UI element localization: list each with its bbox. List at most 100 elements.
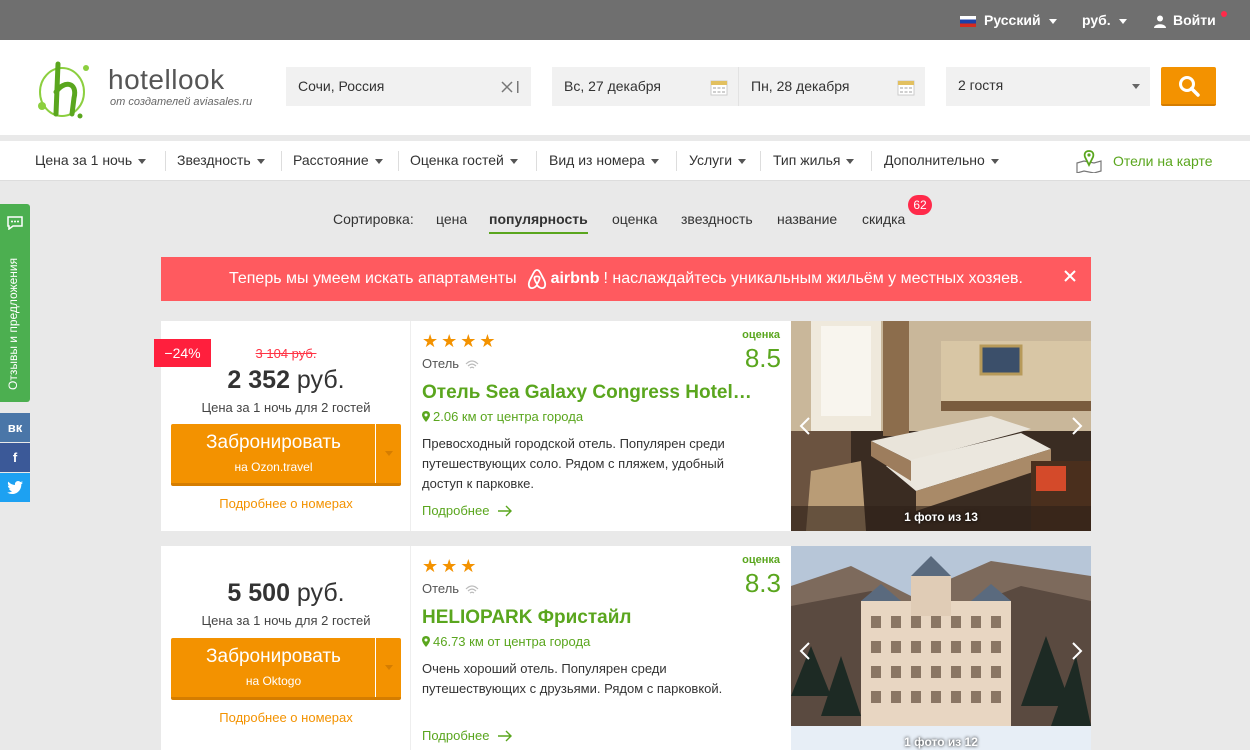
filter-label: Оценка гостей	[410, 152, 504, 168]
filter-label: Расстояние	[293, 152, 369, 168]
sort-option-discount[interactable]: скидка	[862, 208, 905, 234]
currency-selector[interactable]: руб.	[1082, 0, 1127, 40]
airbnb-banner: Теперь мы умеем искать апартаменты airbn…	[161, 257, 1091, 301]
divider	[871, 151, 872, 171]
details-link[interactable]: Подробнее	[422, 503, 513, 518]
filter-label: Цена за 1 ночь	[35, 152, 133, 168]
calendar-icon	[710, 80, 728, 95]
sort-option-price[interactable]: цена	[436, 208, 467, 234]
close-icon[interactable]	[1063, 269, 1077, 283]
book-button[interactable]: Забронировать на Ozon.travel	[171, 424, 401, 486]
chevron-right-icon[interactable]	[1071, 641, 1083, 661]
chevron-down-icon	[138, 158, 147, 164]
sort-label: Сортировка:	[333, 211, 414, 227]
filter-distance[interactable]: Расстояние	[293, 141, 383, 181]
old-price: 3 104 руб.	[255, 346, 317, 361]
hotels-on-map-link[interactable]: Отели на карте	[1075, 141, 1213, 181]
sort-option-name[interactable]: название	[777, 208, 837, 234]
checkout-input[interactable]: Пн, 28 декабря	[738, 67, 925, 106]
checkin-value: Вс, 27 декабря	[564, 78, 661, 94]
price-column: −24% 3 104 руб. 2 352 руб. Цена за 1 ноч…	[154, 321, 411, 531]
chevron-right-icon[interactable]	[1071, 416, 1083, 436]
more-rooms-link[interactable]: Подробнее о номерах	[161, 710, 411, 725]
distance: 46.73 км от центра города	[422, 634, 590, 649]
distance: 2.06 км от центра города	[422, 409, 583, 424]
hotel-type: Отель	[422, 581, 479, 596]
wifi-icon	[465, 584, 479, 594]
filter-property-type[interactable]: Тип жилья	[773, 141, 855, 181]
chevron-left-icon[interactable]	[799, 641, 811, 661]
chevron-down-icon	[1118, 18, 1127, 24]
filter-bar: Цена за 1 ночь Звездность Расстояние Оце…	[0, 141, 1250, 181]
hotellook-logo-icon[interactable]	[34, 54, 100, 124]
details-link[interactable]: Подробнее	[422, 728, 513, 743]
distance-label: 2.06 км от центра города	[433, 409, 584, 424]
location-pin-icon	[422, 636, 430, 647]
search-button[interactable]	[1161, 67, 1216, 106]
russia-flag-icon	[960, 15, 976, 27]
vk-share-icon[interactable]: вк	[0, 413, 30, 442]
arrow-right-icon	[498, 730, 513, 741]
discount-count-badge: 62	[908, 195, 932, 215]
filter-amenities[interactable]: Услуги	[689, 141, 747, 181]
chevron-down-icon	[990, 158, 999, 164]
hotel-name-link[interactable]: HELIOPARK Фристайл	[422, 607, 752, 629]
filter-label: Вид из номера	[549, 152, 645, 168]
chevron-down-icon	[384, 665, 393, 670]
location-pin-icon	[422, 411, 430, 422]
clear-icon[interactable]	[501, 80, 513, 93]
hotel-description: Превосходный городской отель. Популярен …	[422, 436, 725, 491]
more-offers-dropdown[interactable]	[375, 638, 401, 697]
price: 5 500 руб.	[161, 579, 411, 608]
chevron-down-icon	[374, 158, 383, 164]
distance-label: 46.73 км от центра города	[433, 634, 591, 649]
price-column: 5 500 руб. Цена за 1 ночь для 2 гостей З…	[161, 546, 411, 750]
sort-option-popularity[interactable]: популярность	[489, 208, 588, 234]
filter-room-view[interactable]: Вид из номера	[549, 141, 659, 181]
language-selector[interactable]: Русский	[960, 0, 1057, 40]
details-label: Подробнее	[422, 728, 490, 743]
hotel-name-link[interactable]: Отель Sea Galaxy Congress Hotel а...	[422, 382, 752, 404]
hotel-photo-carousel[interactable]: 1 фото из 12	[791, 546, 1091, 750]
price-currency: руб.	[296, 579, 345, 607]
more-rooms-link[interactable]: Подробнее о номерах	[161, 496, 411, 511]
chevron-down-icon	[846, 158, 855, 164]
more-offers-dropdown[interactable]	[375, 424, 401, 483]
hotel-photo-carousel[interactable]: 1 фото из 13	[791, 321, 1091, 531]
checkin-input[interactable]: Вс, 27 декабря	[552, 67, 738, 106]
filter-stars[interactable]: Звездность	[177, 141, 265, 181]
filter-more[interactable]: Дополнительно	[884, 141, 999, 181]
price-note: Цена за 1 ночь для 2 гостей	[201, 613, 371, 628]
rating-value: 8.5	[744, 343, 781, 373]
facebook-share-icon[interactable]: f	[0, 443, 30, 472]
map-link-label: Отели на карте	[1113, 153, 1213, 169]
chevron-down-icon	[509, 158, 518, 164]
book-label: Забронировать	[206, 432, 341, 453]
hotel-type: Отель	[422, 356, 479, 371]
divider	[281, 151, 282, 171]
rating-label: оценка	[742, 554, 780, 566]
divider-icon	[517, 80, 519, 93]
banner-text-after: ! наслаждайтесь уникальным жильём у мест…	[603, 270, 1023, 287]
airbnb-wordmark: airbnb	[550, 270, 600, 287]
details-label: Подробнее	[422, 503, 490, 518]
chevron-down-icon	[1048, 18, 1057, 24]
login-button[interactable]: Войти	[1154, 0, 1216, 40]
chevron-down-icon	[1132, 84, 1140, 89]
sort-option-rating[interactable]: оценка	[612, 208, 657, 234]
calendar-icon	[897, 80, 915, 95]
guests-select[interactable]: 2 гостя	[946, 67, 1150, 106]
price-currency: руб.	[296, 366, 345, 394]
chevron-left-icon[interactable]	[799, 416, 811, 436]
twitter-bird-icon	[7, 481, 23, 494]
login-label: Войти	[1173, 12, 1216, 28]
book-button[interactable]: Забронировать на Oktogo	[171, 638, 401, 700]
sort-option-stars[interactable]: звездность	[681, 208, 753, 234]
filter-price[interactable]: Цена за 1 ночь	[35, 141, 147, 181]
destination-input[interactable]: Сочи, Россия	[286, 67, 531, 106]
filter-guest-rating[interactable]: Оценка гостей	[410, 141, 518, 181]
map-icon	[1076, 150, 1102, 173]
twitter-share-icon[interactable]: tw	[0, 473, 30, 502]
chevron-down-icon	[738, 158, 747, 164]
photo-counter: 1 фото из 13	[904, 510, 978, 524]
